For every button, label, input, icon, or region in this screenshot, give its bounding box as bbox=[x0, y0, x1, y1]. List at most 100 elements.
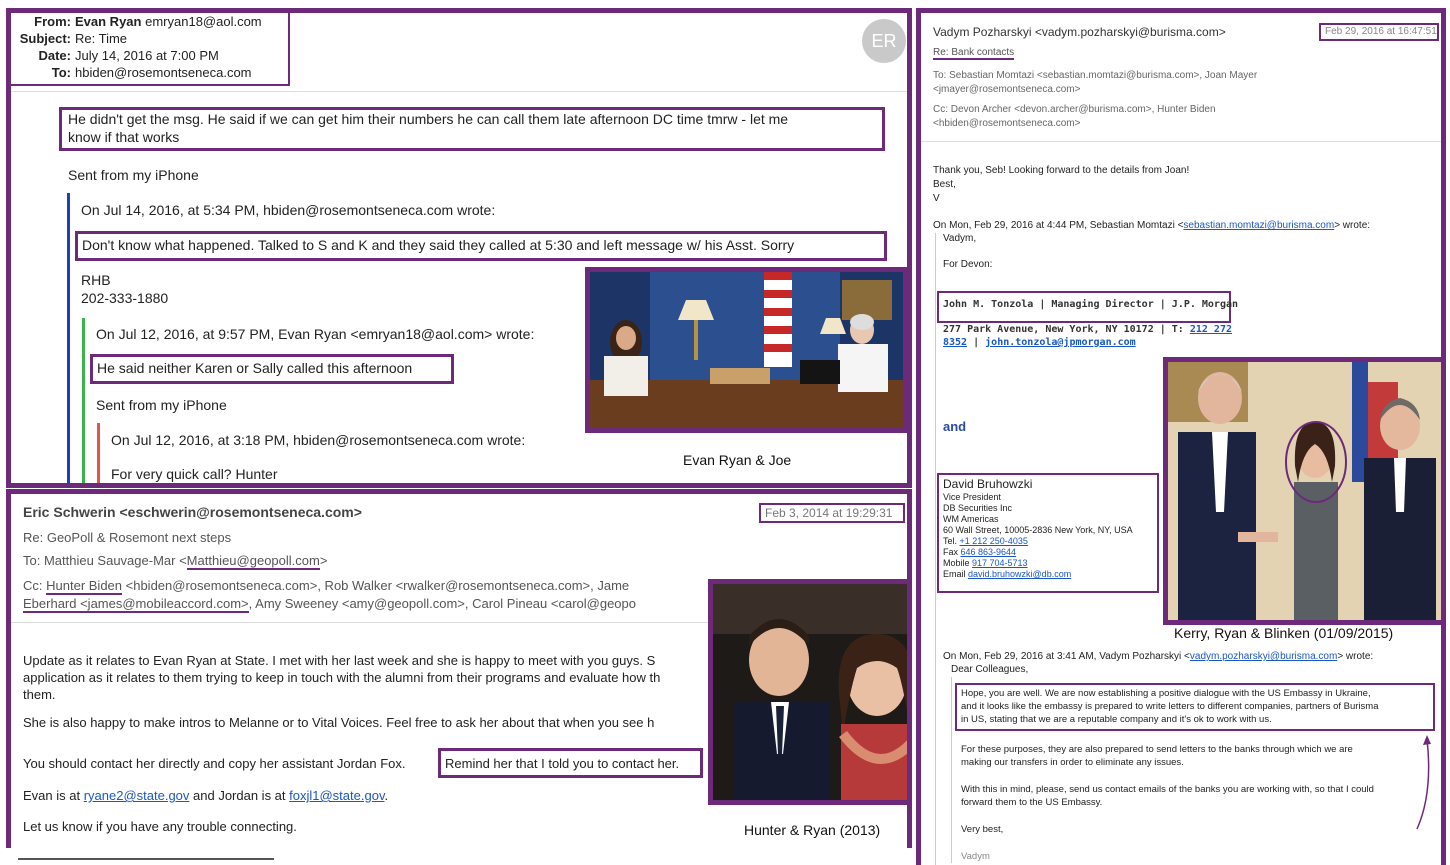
to-label: To: bbox=[51, 65, 71, 80]
bru-mobile: Mobile 917 704-5713 bbox=[943, 558, 1028, 568]
bru-name: David Bruhowzki bbox=[943, 477, 1033, 491]
message-line: He didn't get the msg. He said if we can… bbox=[68, 111, 789, 127]
office-photo-illustration bbox=[590, 272, 903, 428]
cc-eberhard[interactable]: Eberhard <james@mobileaccord.com> bbox=[23, 596, 249, 613]
to-email[interactable]: Matthieu@geopoll.com bbox=[186, 553, 320, 570]
dear-colleagues: Dear Colleagues, bbox=[951, 664, 1029, 675]
email-panel-schwerin: Eric Schwerin <eschwerin@rosemontseneca.… bbox=[6, 489, 912, 848]
tonzola-line-3: 8352 | john.tonzola@jpmorgan.com bbox=[943, 337, 1136, 348]
to-line-2: <jmayer@rosemontseneca.com> bbox=[933, 84, 1081, 95]
signature: Vadym bbox=[961, 851, 990, 862]
quote-header-wrote: > wrote: bbox=[1334, 220, 1371, 231]
p4-text-a: Evan is at bbox=[23, 788, 84, 803]
bru-title: Vice President bbox=[943, 492, 1001, 502]
subject-value: Re: Time bbox=[75, 31, 128, 46]
bottom-rule bbox=[18, 858, 274, 860]
quote-bar-2 bbox=[951, 677, 952, 863]
quote-text-2: He said neither Karen or Sally called th… bbox=[97, 360, 413, 376]
tonzola-email-link[interactable]: john.tonzola@jpmorgan.com bbox=[985, 337, 1136, 348]
email-link-sebastian[interactable]: sebastian.momtazi@burisma.com bbox=[1183, 220, 1334, 231]
quote-header: On Jul 14, 2016, at 5:34 PM, hbiden@rose… bbox=[81, 202, 496, 218]
email-link-evan[interactable]: ryane2@state.gov bbox=[84, 788, 190, 803]
sent-from-iphone: Sent from my iPhone bbox=[68, 167, 199, 183]
bru-fax-label: Fax bbox=[943, 547, 961, 557]
to-line: To: Sebastian Momtazi <sebastian.momtazi… bbox=[933, 70, 1258, 81]
tonzola-line-1: John M. Tonzola | Managing Director | J.… bbox=[943, 299, 1239, 310]
date-value: July 14, 2016 at 7:00 PM bbox=[75, 48, 219, 63]
subject-value: Re: Bank contacts bbox=[933, 47, 1015, 60]
tonzola-line-2: 277 Park Avenue, New York, NY 10172 | T:… bbox=[943, 324, 1232, 335]
timestamp: Feb 3, 2014 at 19:29:31 bbox=[765, 506, 893, 520]
body-paragraph-1c: them. bbox=[23, 687, 56, 702]
quote-bar-blue bbox=[67, 193, 70, 483]
email-link-jordan[interactable]: foxjl1@state.gov bbox=[289, 788, 384, 803]
purpose-line-2: making our transfers in order to elimina… bbox=[961, 757, 1184, 768]
bru-fax-link[interactable]: 646 863-9644 bbox=[961, 547, 1017, 557]
cc-line-2: Eberhard <james@mobileaccord.com>, Amy S… bbox=[23, 596, 636, 613]
photo-caption: Evan Ryan & Joe bbox=[683, 452, 792, 468]
bru-email-link[interactable]: david.bruhowzki@db.com bbox=[968, 569, 1071, 579]
hunter-ryan-photo-illustration bbox=[713, 584, 907, 800]
photo-evan-ryan-joe bbox=[585, 267, 907, 433]
photo-caption: Kerry, Ryan & Blinken (01/09/2015) bbox=[1174, 625, 1394, 641]
photo-hunter-ryan bbox=[708, 579, 907, 805]
tonzola-phone-link-2[interactable]: 8352 bbox=[943, 337, 967, 348]
and-text: and bbox=[943, 419, 967, 434]
message-line-2: know if that works bbox=[68, 129, 180, 145]
sent-from-iphone-2: Sent from my iPhone bbox=[96, 397, 227, 413]
email-panel-evan-ryan: From: Evan Ryan emryan18@aol.com Subject… bbox=[6, 8, 912, 488]
hope-line-3: in US, stating that we are a reputable c… bbox=[961, 714, 1272, 725]
from-name: Evan Ryan bbox=[75, 14, 142, 29]
arrow-icon bbox=[1416, 735, 1431, 830]
cc-line: Cc: Hunter Biden <hbiden@rosemontseneca.… bbox=[23, 578, 629, 595]
body-paragraph-4: Evan is at ryane2@state.gov and Jordan i… bbox=[23, 788, 388, 803]
cc-label: Cc: bbox=[23, 578, 47, 593]
mind-line-2: forward them to the US Embassy. bbox=[961, 797, 1103, 808]
very-best: Very best, bbox=[961, 824, 1004, 835]
bru-division: WM Americas bbox=[943, 514, 999, 524]
bru-company: DB Securities Inc bbox=[943, 503, 1013, 513]
kerry-ryan-blinken-photo-illustration bbox=[1168, 362, 1441, 620]
quote-bar bbox=[935, 233, 936, 865]
v-line: V bbox=[933, 193, 940, 204]
body-paragraph-3: You should contact her directly and copy… bbox=[23, 756, 406, 771]
tonzola-address: 277 Park Avenue, New York, NY 10172 | T: bbox=[943, 324, 1190, 335]
for-devon: For Devon: bbox=[943, 259, 993, 270]
p4-text-b: and Jordan is at bbox=[189, 788, 290, 803]
from-label: From: bbox=[34, 14, 71, 29]
bru-email-label: Email bbox=[943, 569, 969, 579]
quote-text: Don't know what happened. Talked to S an… bbox=[82, 237, 795, 253]
quote-header-3: On Jul 12, 2016, at 3:18 PM, hbiden@rose… bbox=[111, 432, 526, 448]
signature-name: RHB bbox=[81, 272, 111, 288]
hope-line-2: and it looks like the embassy is prepare… bbox=[961, 701, 1379, 712]
tonzola-phone-link[interactable]: 212 272 bbox=[1190, 324, 1232, 335]
from-value: Eric Schwerin <eschwerin@rosemontseneca.… bbox=[23, 504, 362, 520]
remind-text: Remind her that I told you to contact he… bbox=[445, 756, 680, 771]
email-link-vadym[interactable]: vadym.pozharskyi@burisma.com bbox=[1190, 651, 1337, 662]
cc-hunter[interactable]: Hunter Biden bbox=[46, 578, 123, 595]
bru-tel-link[interactable]: +1 212 250-4035 bbox=[960, 536, 1028, 546]
bru-mobile-label: Mobile bbox=[943, 558, 973, 568]
to-prefix: To: Matthieu Sauvage-Mar < bbox=[23, 553, 187, 568]
divider bbox=[921, 141, 1441, 142]
to-line: To: Matthieu Sauvage-Mar <Matthieu@geopo… bbox=[23, 553, 327, 570]
photo-caption: Hunter & Ryan (2013) bbox=[744, 822, 881, 838]
purpose-line-1: For these purposes, they are also prepar… bbox=[961, 744, 1353, 755]
quote-header-2: On Mon, Feb 29, 2016 at 3:41 AM, Vadym P… bbox=[943, 651, 1373, 662]
to-value[interactable]: hbiden@rosemontseneca.com bbox=[75, 65, 252, 80]
bru-tel: Tel. +1 212 250-4035 bbox=[943, 536, 1028, 546]
body-paragraph-5: Let us know if you have any trouble conn… bbox=[23, 819, 297, 834]
from-email[interactable]: emryan18@aol.com bbox=[145, 14, 262, 29]
bru-email: Email david.bruhowzki@db.com bbox=[943, 569, 1071, 579]
timestamp: Feb 29, 2016 at 16:47:51 bbox=[1325, 26, 1437, 37]
salutation: Vadym, bbox=[943, 233, 977, 244]
quote-header: On Mon, Feb 29, 2016 at 4:44 PM, Sebasti… bbox=[933, 220, 1370, 231]
p4-text-c: . bbox=[384, 788, 389, 803]
bru-address: 60 Wall Street, 10005-2836 New York, NY,… bbox=[943, 525, 1133, 535]
thanks-line: Thank you, Seb! Looking forward to the d… bbox=[933, 165, 1190, 176]
quote-header-2-wrote: > wrote: bbox=[1337, 651, 1374, 662]
tonzola-sep: | bbox=[967, 337, 986, 348]
cc-line-2: <hbiden@rosemontseneca.com> bbox=[933, 118, 1081, 129]
bru-mobile-link[interactable]: 917 704-5713 bbox=[972, 558, 1028, 568]
body-paragraph-2: She is also happy to make intros to Mela… bbox=[23, 715, 655, 730]
